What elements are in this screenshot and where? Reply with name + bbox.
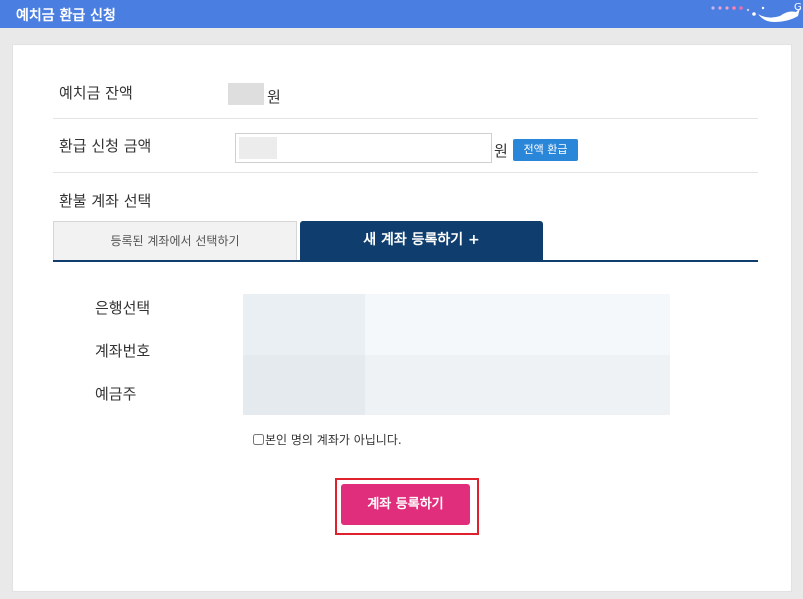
account-select-label: 환불 계좌 선택 (59, 192, 152, 210)
tab-new-account[interactable]: 새 계좌 등록하기 + (300, 221, 543, 261)
account-holder-label: 예금주 (95, 385, 137, 403)
refund-amount-unit: 원 (494, 142, 508, 160)
balance-unit: 원 (267, 88, 281, 106)
divider (53, 118, 758, 119)
balance-label: 예치금 잔액 (59, 84, 133, 102)
not-own-account-checkbox[interactable] (253, 434, 264, 445)
refund-amount-masked (239, 137, 277, 159)
tab-underline (53, 260, 758, 262)
refund-amount-label: 환급 신청 금액 (59, 137, 152, 155)
page-title: 예치금 환급 신청 (16, 8, 116, 24)
not-own-account-label: 본인 명의 계좌가 아닙니다. (265, 433, 402, 447)
title-bar: 예치금 환급 신청 G (0, 0, 803, 28)
tab-registered-account[interactable]: 등록된 계좌에서 선택하기 (53, 221, 297, 261)
not-own-account-checkbox-row[interactable]: 본인 명의 계좌가 아닙니다. (253, 431, 402, 448)
register-account-button[interactable]: 계좌 등록하기 (341, 484, 470, 525)
refund-panel: 예치금 잔액 원 환급 신청 금액 원 전액 환급 환불 계좌 선택 등록된 계… (12, 44, 792, 592)
account-fields-masked (243, 294, 670, 415)
genie-lamp-logo-icon: G (711, 2, 802, 22)
svg-text:G: G (794, 2, 802, 13)
balance-value-masked (228, 83, 264, 105)
full-refund-button[interactable]: 전액 환급 (513, 139, 578, 161)
account-holder-input[interactable] (365, 355, 670, 415)
bank-select-dropdown[interactable] (243, 294, 365, 355)
bank-select-field[interactable] (365, 294, 670, 355)
bank-select-label: 은행선택 (95, 299, 151, 317)
account-number-input[interactable] (243, 355, 365, 415)
account-number-label: 계좌번호 (95, 342, 151, 360)
divider (53, 172, 758, 173)
